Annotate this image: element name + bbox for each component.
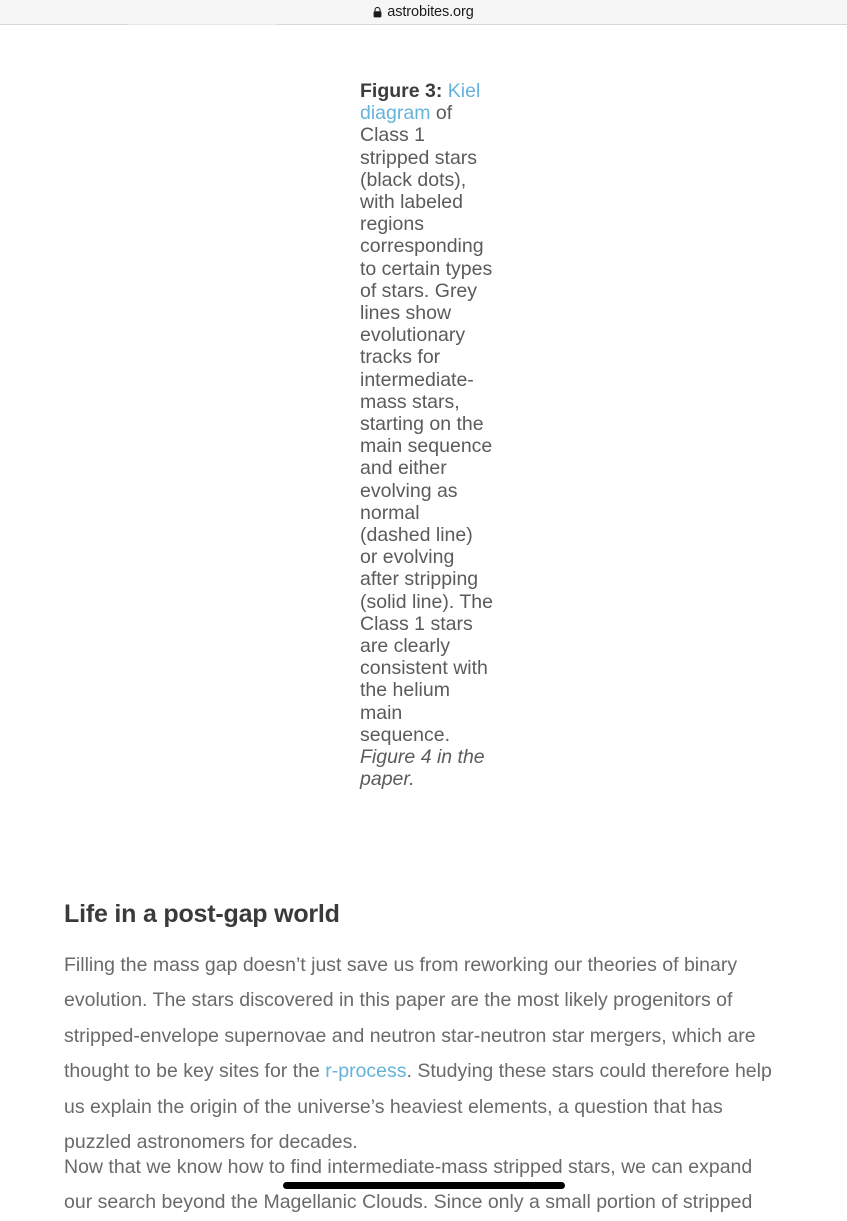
figure-source-note: Figure 4 in the paper.	[360, 746, 485, 791]
tab-strip-seam	[128, 24, 276, 25]
figure-caption-text: of Class 1 stripped stars (black dots), …	[360, 102, 493, 746]
lock-icon	[373, 6, 382, 18]
url-group[interactable]: astrobites.org	[373, 3, 474, 20]
article-paragraph-1: Filling the mass gap doesn’t just save u…	[64, 948, 782, 1161]
section-heading: Life in a post-gap world	[64, 899, 340, 928]
r-process-link[interactable]: r-process	[325, 1060, 406, 1082]
home-indicator[interactable]	[283, 1182, 565, 1189]
figure-caption: Figure 3: Kiel diagram of Class 1 stripp…	[360, 80, 493, 791]
browser-address-bar[interactable]: astrobites.org	[0, 0, 847, 25]
figure-caption-label: Figure 3:	[360, 80, 443, 102]
url-text: astrobites.org	[387, 3, 474, 20]
article-page: Figure 3: Kiel diagram of Class 1 stripp…	[0, 26, 847, 1213]
